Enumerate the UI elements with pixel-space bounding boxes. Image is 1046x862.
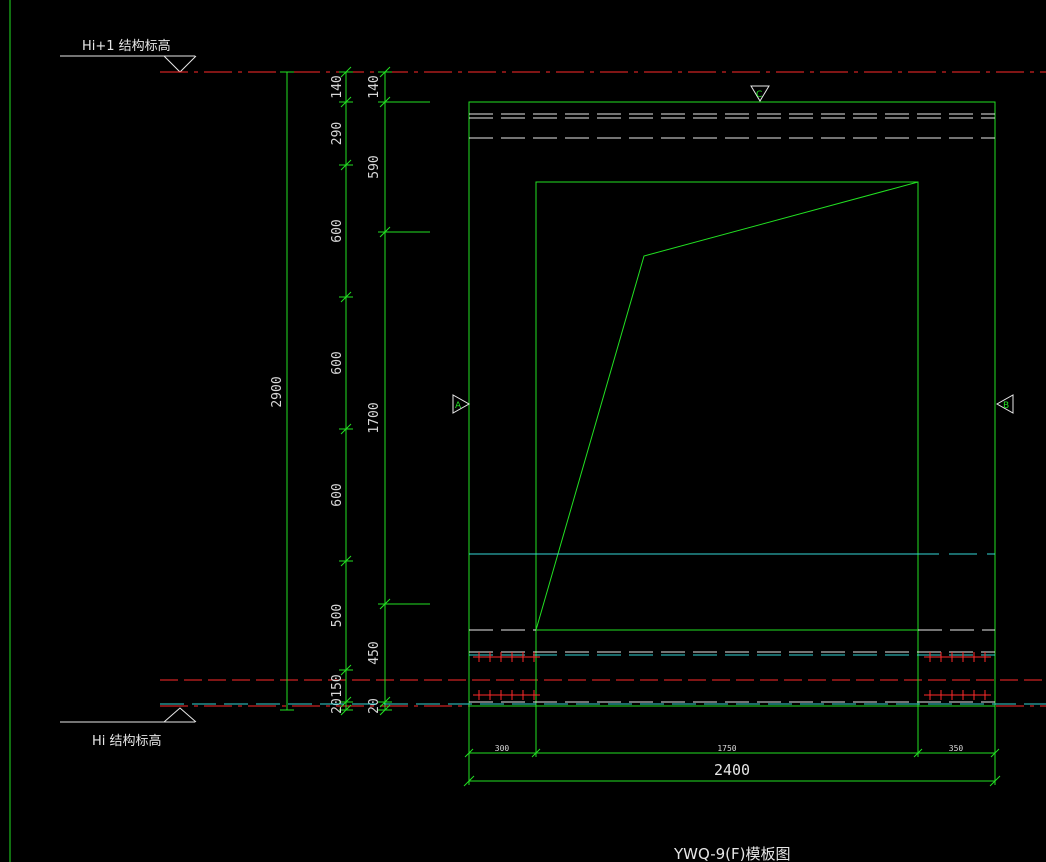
dim-bottom-parts: 300 1750 350	[464, 744, 1000, 758]
formwork-drawing: Hi+1 结构标高 Hi 结构标高 2900 140 290 600 600 600 50…	[9, 0, 1046, 862]
dim-bottom-left: 300	[495, 744, 510, 753]
dim-chain-mid: 140 290 600 600 600 500 15020	[330, 66, 353, 716]
top-elevation-marker: Hi+1 结构标高	[60, 38, 197, 73]
dim-bottom-middle: 1750	[717, 744, 736, 753]
dim-mid-6: 500	[330, 604, 345, 627]
top-elevation-label: Hi+1 结构标高	[82, 38, 171, 54]
dim-mid-3: 600	[330, 219, 345, 242]
dim-bottom-total-label: 2400	[714, 761, 750, 779]
section-mark-left: A	[452, 394, 471, 414]
dim-mid-7: 150	[330, 674, 345, 697]
dim-chain-inner: 140 590 1700 450 20	[367, 66, 430, 716]
dim-mid-2: 290	[330, 122, 345, 145]
dim-mid-4: 600	[330, 351, 345, 374]
dim-mid-8: 20	[330, 698, 345, 714]
dim-bottom-right: 350	[949, 744, 964, 753]
svg-text:C: C	[756, 90, 762, 100]
dim-bottom-total: 2400	[463, 761, 1001, 787]
dim-mid-1: 140	[330, 75, 345, 98]
bottom-elevation-label: Hi 结构标高	[92, 733, 162, 749]
dim-mid-5: 600	[330, 483, 345, 506]
dim-inner-2: 590	[367, 155, 382, 178]
drawing-title: YWQ-9(F)模板图	[673, 845, 791, 862]
svg-text:A: A	[455, 401, 462, 411]
section-mark-right: B	[995, 394, 1014, 414]
window-opening	[535, 181, 919, 631]
embedded-markers	[473, 652, 991, 700]
diagonal-line	[535, 181, 919, 631]
dim-inner-1: 140	[367, 75, 382, 98]
dim-total-height: 2900	[270, 376, 285, 407]
svg-text:B: B	[1003, 401, 1009, 411]
dim-inner-4: 450	[367, 641, 382, 664]
bottom-elevation-marker: Hi 结构标高	[60, 707, 197, 749]
panel-outline	[468, 101, 996, 707]
dim-inner-3: 1700	[367, 402, 382, 433]
section-mark-top: C	[750, 85, 770, 102]
dim-inner-5: 20	[367, 698, 382, 714]
dim-chain-outer: 2900	[270, 71, 294, 711]
